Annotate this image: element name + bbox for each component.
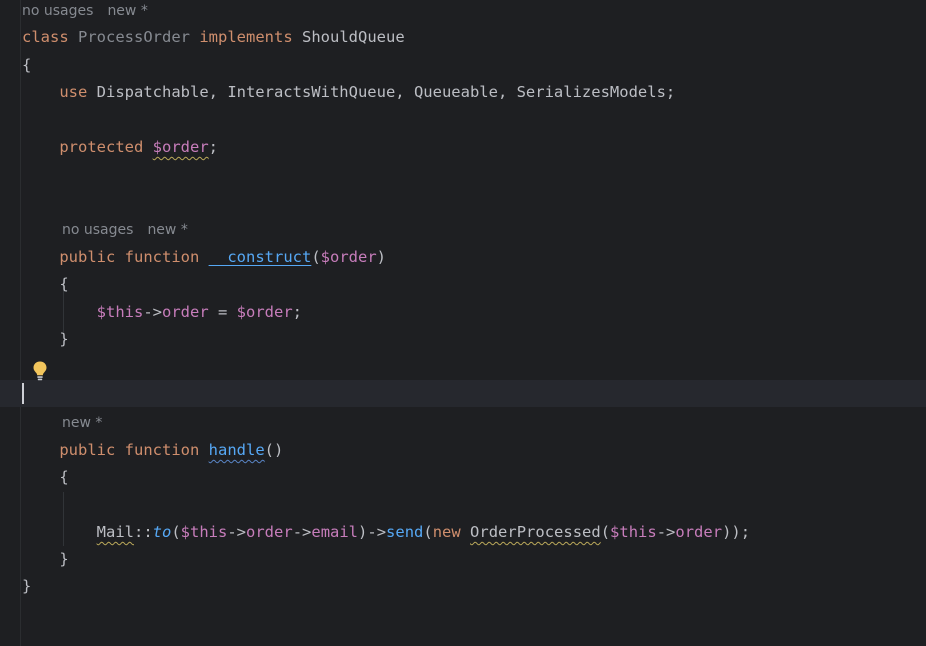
paren: ( [311, 248, 321, 266]
paren: )); [722, 523, 751, 541]
email-prop[interactable]: email [311, 523, 358, 541]
code-line-assignment[interactable]: $this->order = $order; [22, 299, 302, 326]
mail-class[interactable]: Mail [97, 523, 134, 541]
paren: ) [376, 248, 387, 266]
handle-method-name[interactable]: handle [209, 441, 265, 459]
keyword: class [22, 28, 69, 46]
code-line-mail-send[interactable]: Mail::to($this->order->email)->send(new … [22, 519, 750, 546]
order-prop[interactable]: order [162, 303, 209, 321]
text-caret [22, 383, 24, 404]
keyword: use [59, 83, 88, 101]
class-name[interactable]: ProcessOrder [78, 28, 190, 46]
paren: () [264, 441, 284, 459]
class-inlay-hint[interactable]: no usages new * [22, 0, 148, 22]
usages-hint[interactable]: no usages [62, 222, 133, 238]
current-line-highlight [0, 380, 926, 407]
code-line-property[interactable]: protected $order; [22, 134, 218, 161]
keyword: function [124, 441, 200, 459]
arrow: -> [292, 523, 312, 541]
to-method[interactable]: to [153, 523, 172, 541]
semicolon: ; [208, 138, 219, 156]
code-line-open-brace[interactable]: { [22, 52, 31, 79]
author-hint[interactable]: new * [107, 3, 147, 19]
author-hint[interactable]: new * [62, 415, 102, 431]
brace: { [22, 56, 32, 74]
author-hint[interactable]: new * [147, 222, 187, 238]
paren: )-> [358, 523, 387, 541]
gutter-border [20, 0, 21, 646]
scope-op: :: [133, 523, 153, 541]
param-order[interactable]: $order [321, 248, 377, 266]
keyword: implements [199, 28, 293, 46]
order-prop[interactable]: order [675, 523, 722, 541]
paren: ( [600, 523, 611, 541]
keyword: protected [59, 138, 144, 156]
this-var[interactable]: $this [610, 523, 657, 541]
arrow: -> [227, 523, 247, 541]
brace: { [59, 275, 69, 293]
code-line-class-close[interactable]: } [22, 573, 31, 600]
arrow: -> [143, 303, 162, 321]
property-order[interactable]: $order [153, 138, 209, 156]
code-line-handle[interactable]: public function handle() [22, 437, 283, 464]
keyword: new [432, 523, 461, 541]
brace: } [59, 330, 69, 348]
trait-list[interactable]: Dispatchable, InteractsWithQueue, Queuea… [97, 83, 676, 101]
constructor-name[interactable]: __construct [209, 248, 312, 266]
brace: { [59, 468, 69, 486]
paren: ( [171, 523, 181, 541]
code-line-constructor[interactable]: public function __construct($order) [22, 244, 386, 271]
constructor-inlay-hint[interactable]: no usages new * [62, 219, 188, 241]
this-var[interactable]: $this [181, 523, 228, 541]
brace: } [59, 550, 69, 568]
code-line-use-traits[interactable]: use Dispatchable, InteractsWithQueue, Qu… [22, 79, 675, 106]
paren: ( [423, 523, 433, 541]
operator: = [208, 303, 237, 321]
keyword: function [124, 248, 200, 266]
usages-hint[interactable]: no usages [22, 3, 93, 19]
send-method[interactable]: send [386, 523, 423, 541]
code-line-ctor-open[interactable]: { [22, 271, 69, 298]
code-line-class[interactable]: class ProcessOrder implements ShouldQueu… [22, 24, 405, 51]
order-processed-class[interactable]: OrderProcessed [470, 523, 601, 541]
code-line-ctor-close[interactable]: } [22, 326, 69, 353]
code-line-handle-open[interactable]: { [22, 464, 69, 491]
order-var[interactable]: $order [237, 303, 293, 321]
code-line-handle-close[interactable]: } [22, 546, 69, 573]
lightbulb-icon[interactable] [31, 360, 49, 382]
arrow: -> [656, 523, 676, 541]
keyword: public [59, 441, 116, 459]
keyword: public [59, 248, 116, 266]
this-var[interactable]: $this [97, 303, 144, 321]
brace: } [22, 577, 32, 595]
order-prop[interactable]: order [246, 523, 293, 541]
semicolon: ; [292, 303, 303, 321]
interface-name[interactable]: ShouldQueue [302, 28, 405, 46]
handle-inlay-hint[interactable]: new * [62, 412, 102, 434]
